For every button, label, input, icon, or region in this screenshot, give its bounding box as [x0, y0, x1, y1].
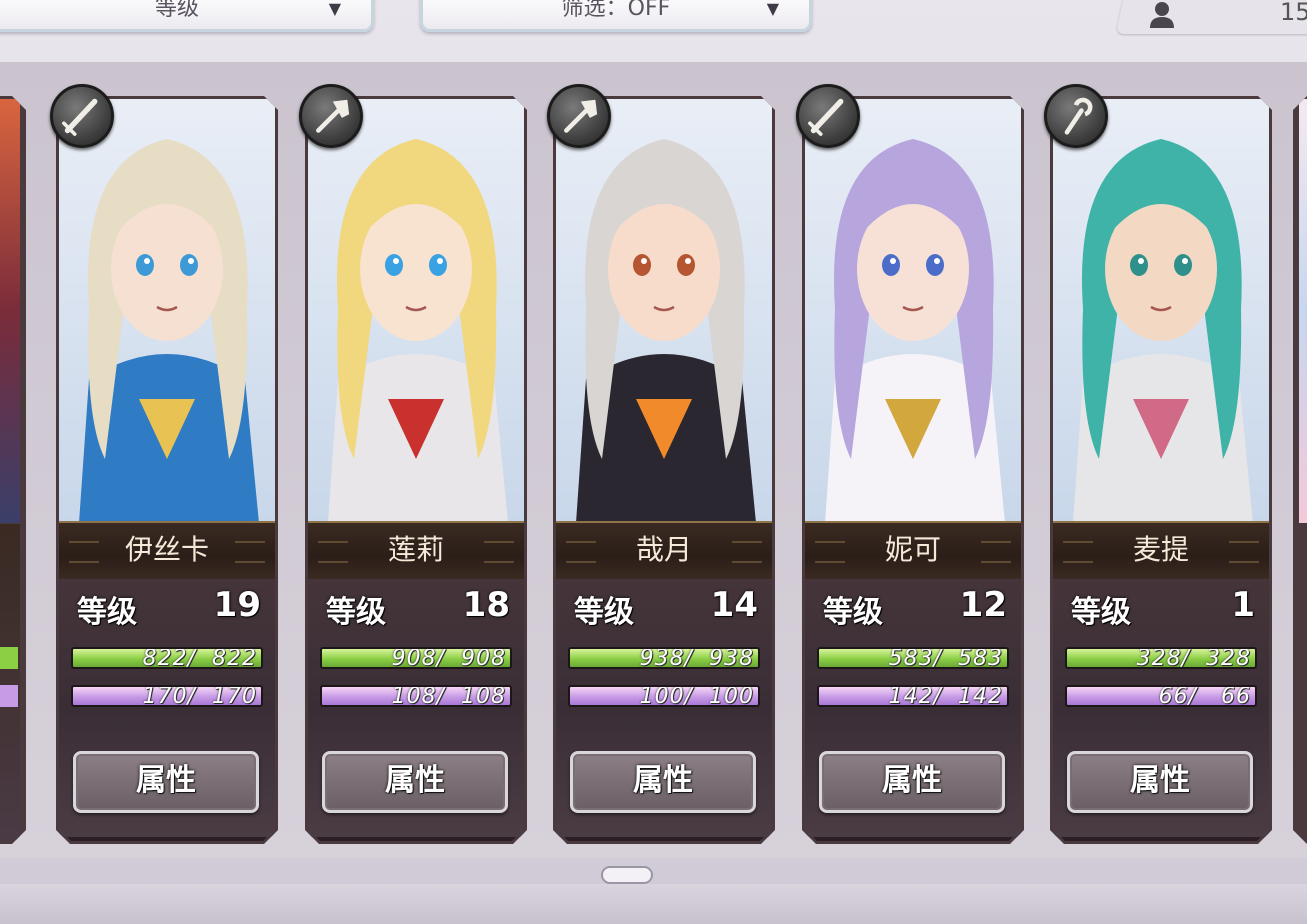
hp-bar: 822/ 822: [71, 647, 263, 669]
player-count-value: 15: [1280, 0, 1307, 26]
hp-text: 583/ 583: [888, 647, 1003, 669]
character-name: 莲莉: [308, 521, 524, 581]
character-name: 麦提: [1053, 521, 1269, 581]
level-label: 等级: [326, 595, 386, 630]
sp-bar: 170/ 170: [71, 685, 263, 707]
sp-text: 108/ 108: [391, 685, 506, 707]
filter-dropdown[interactable]: 筛选：OFF ▼: [420, 0, 812, 32]
person-icon: [1150, 2, 1174, 28]
character-name: 哉月: [556, 521, 772, 581]
level-label: 等级: [574, 595, 634, 630]
stats-panel: 等级 12 583/ 583 142/ 142 属性: [805, 579, 1021, 837]
level-label: 等级: [77, 595, 137, 630]
partial-character-card-right[interactable]: [1293, 96, 1307, 844]
hp-text: 908/ 908: [391, 647, 506, 669]
partial-character-card-left[interactable]: [0, 96, 26, 844]
level-label: 等级: [823, 595, 883, 630]
sword-icon: [50, 84, 114, 148]
level-value: 14: [710, 585, 758, 625]
level-label: 等级: [1071, 595, 1131, 630]
character-portrait: [308, 99, 524, 523]
attributes-button[interactable]: 属性: [322, 751, 508, 813]
stats-panel: 等级 18 908/ 908 108/ 108 属性: [308, 579, 524, 837]
sword-icon: [796, 84, 860, 148]
attributes-button[interactable]: 属性: [1067, 751, 1253, 813]
axe-icon: [299, 84, 363, 148]
sort-label: 等级: [154, 0, 199, 21]
stats-panel: 等级 1 328/ 328 66/ 66 属性: [1053, 579, 1269, 837]
hp-bar: 328/ 328: [1065, 647, 1257, 669]
sp-text: 66/ 66: [1158, 685, 1251, 707]
attributes-button[interactable]: 属性: [819, 751, 1005, 813]
level-value: 12: [959, 585, 1007, 625]
character-card[interactable]: 莲莉等级 18 908/ 908 108/ 108 属性: [305, 96, 527, 844]
hp-bar: 583/ 583: [817, 647, 1009, 669]
character-portrait: [556, 99, 772, 523]
character-portrait: [1053, 99, 1269, 523]
character-name: 妮可: [805, 521, 1021, 581]
hp-text: 328/ 328: [1136, 647, 1251, 669]
top-bar: 等级 ▼ 筛选：OFF ▼ 15: [0, 0, 1307, 60]
level-value: 1: [1231, 585, 1255, 625]
axe-icon: [547, 84, 611, 148]
sp-bar: 108/ 108: [320, 685, 512, 707]
attributes-button[interactable]: 属性: [73, 751, 259, 813]
bottom-panel: [0, 884, 1307, 924]
sort-dropdown[interactable]: 等级 ▼: [0, 0, 374, 32]
staff-icon: [1044, 84, 1108, 148]
sp-bar: 66/ 66: [1065, 685, 1257, 707]
page-indicator[interactable]: [601, 866, 653, 884]
level-value: 18: [462, 585, 510, 625]
character-card[interactable]: 哉月等级 14 938/ 938 100/ 100 属性: [553, 96, 775, 844]
hp-bar: 908/ 908: [320, 647, 512, 669]
stats-panel: 等级 19 822/ 822 170/ 170 属性: [59, 579, 275, 837]
hp-bar: 938/ 938: [568, 647, 760, 669]
sp-bar: 142/ 142: [817, 685, 1009, 707]
sp-text: 100/ 100: [639, 685, 754, 707]
filter-label: 筛选：OFF: [561, 0, 671, 21]
player-count-tab[interactable]: 15: [1115, 0, 1307, 34]
level-value: 19: [213, 585, 261, 625]
chevron-down-icon: ▼: [766, 0, 779, 18]
chevron-down-icon: ▼: [328, 0, 341, 18]
character-card[interactable]: 麦提等级 1 328/ 328 66/ 66 属性: [1050, 96, 1272, 844]
attributes-button[interactable]: 属性: [570, 751, 756, 813]
hp-text: 822/ 822: [142, 647, 257, 669]
sp-text: 170/ 170: [142, 685, 257, 707]
hp-text: 938/ 938: [639, 647, 754, 669]
stats-panel: 等级 14 938/ 938 100/ 100 属性: [556, 579, 772, 837]
character-portrait: [59, 99, 275, 523]
character-card[interactable]: 伊丝卡等级 19 822/ 822 170/ 170 属性: [56, 96, 278, 844]
sp-text: 142/ 142: [888, 685, 1003, 707]
character-card[interactable]: 妮可等级 12 583/ 583 142/ 142 属性: [802, 96, 1024, 844]
character-name: 伊丝卡: [59, 521, 275, 581]
sp-bar: 100/ 100: [568, 685, 760, 707]
character-portrait: [805, 99, 1021, 523]
